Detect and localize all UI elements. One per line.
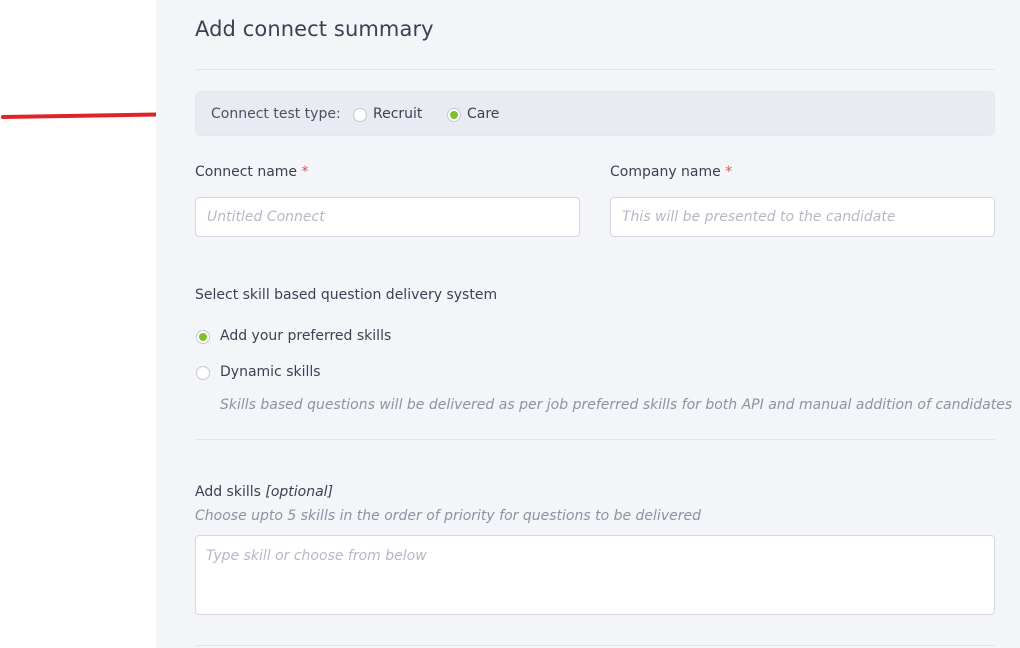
radio-recruit-label[interactable]: Recruit xyxy=(373,106,422,122)
radio-dynamic-skills-label[interactable]: Dynamic skills xyxy=(220,364,321,380)
divider xyxy=(195,69,995,70)
divider xyxy=(195,439,995,440)
radio-recruit[interactable] xyxy=(353,108,367,122)
dynamic-skills-hint: Skills based questions will be delivered… xyxy=(220,397,1013,413)
radio-care-label[interactable]: Care xyxy=(467,106,499,122)
optional-tag: [optional] xyxy=(265,484,334,500)
connect-name-label-text: Connect name xyxy=(195,164,298,180)
required-mark: * xyxy=(725,164,733,180)
connect-name-input[interactable] xyxy=(195,197,580,237)
connect-type-bar: Connect test type: Recruit Care xyxy=(195,91,995,136)
add-skills-label-text: Add skills xyxy=(195,484,261,500)
radio-dynamic-skills[interactable] xyxy=(196,366,210,380)
skill-delivery-question: Select skill based question delivery sys… xyxy=(195,287,498,303)
radio-preferred-skills-label[interactable]: Add your preferred skills xyxy=(220,328,391,344)
divider xyxy=(195,645,995,646)
add-skills-label: Add skills [optional] xyxy=(195,484,333,500)
radio-care[interactable] xyxy=(447,108,461,122)
company-name-label-text: Company name xyxy=(610,164,721,180)
add-skills-hint: Choose upto 5 skills in the order of pri… xyxy=(195,508,701,524)
required-mark: * xyxy=(301,164,309,180)
page-title: Add connect summary xyxy=(195,17,434,41)
company-name-input[interactable] xyxy=(610,197,995,237)
radio-preferred-skills[interactable] xyxy=(196,330,210,344)
connect-name-label: Connect name * xyxy=(195,164,309,180)
skills-input[interactable] xyxy=(195,535,995,615)
company-name-label: Company name * xyxy=(610,164,732,180)
connect-type-label: Connect test type: xyxy=(211,106,341,122)
